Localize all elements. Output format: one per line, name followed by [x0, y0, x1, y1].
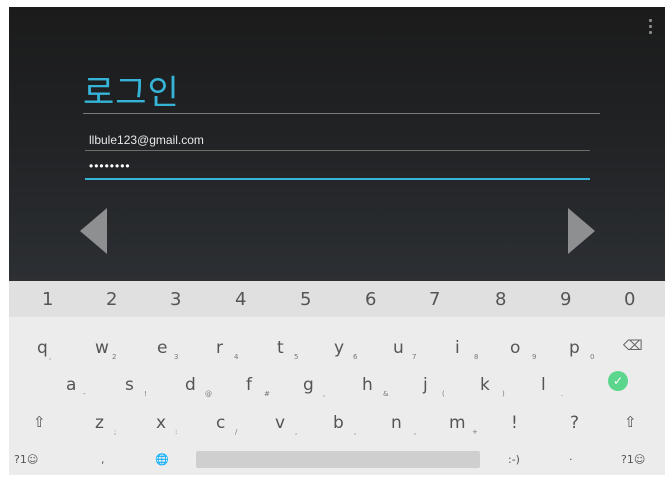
key-1[interactable]: 1 [42, 289, 53, 310]
shift-right-icon[interactable]: ⇧ [624, 413, 637, 431]
key-p[interactable]: p [569, 338, 580, 358]
enter-check-icon[interactable]: ✓ [608, 371, 628, 391]
hint-j: ( [442, 390, 445, 398]
key-exclamation[interactable]: ! [511, 413, 518, 433]
key-7[interactable]: 7 [429, 289, 440, 310]
login-panel: 로그인 llbule123@gmail.com •••••••• [9, 7, 665, 281]
hint-k: ) [502, 390, 505, 398]
page-title: 로그인 [83, 74, 180, 112]
hint-f: # [264, 390, 270, 398]
next-arrow-icon[interactable] [568, 208, 595, 254]
password-field[interactable]: •••••••• [89, 159, 131, 173]
emoticon-key[interactable]: :-) [508, 453, 520, 466]
hint-c: / [235, 428, 238, 436]
key-k[interactable]: k [480, 375, 490, 395]
password-underline [85, 178, 590, 180]
comma-key[interactable]: , [101, 453, 105, 466]
key-q[interactable]: q [37, 338, 48, 358]
key-9[interactable]: 9 [560, 289, 571, 310]
key-e[interactable]: e [157, 338, 167, 358]
key-u[interactable]: u [393, 338, 404, 358]
symbols-key-right[interactable]: ?1☺ [621, 453, 645, 466]
key-t[interactable]: t [277, 338, 284, 358]
key-r[interactable]: r [216, 338, 223, 358]
previous-arrow-icon[interactable] [80, 208, 107, 254]
hint-x: : [175, 428, 178, 436]
symbols-key-left[interactable]: ?1☺ [14, 453, 38, 466]
hint-h: & [383, 390, 389, 398]
overflow-menu-icon[interactable] [649, 19, 653, 37]
key-6[interactable]: 6 [365, 289, 376, 310]
hint-m: + [472, 428, 478, 436]
hint-g: , [323, 390, 326, 398]
hint-a: - [83, 390, 86, 398]
key-x[interactable]: x [156, 413, 166, 433]
hint-w: 2 [112, 353, 117, 361]
hint-d: @ [205, 390, 212, 398]
email-field[interactable]: llbule123@gmail.com [89, 133, 204, 147]
key-h[interactable]: h [362, 375, 373, 395]
key-2[interactable]: 2 [106, 289, 117, 310]
hint-n: , [414, 428, 417, 436]
key-w[interactable]: w [95, 338, 109, 358]
key-y[interactable]: y [334, 338, 344, 358]
key-j[interactable]: j [423, 375, 428, 395]
hint-u: 7 [412, 353, 417, 361]
shift-left-icon[interactable]: ⇧ [33, 413, 46, 431]
key-8[interactable]: 8 [495, 289, 506, 310]
soft-keyboard: 1 2 3 4 5 6 7 8 9 0 q , w 2 e 3 r 4 t 5 … [9, 281, 665, 475]
key-o[interactable]: o [510, 338, 520, 358]
key-0[interactable]: 0 [624, 289, 635, 310]
key-l[interactable]: l [541, 375, 546, 395]
hint-o: 9 [532, 353, 537, 361]
number-row: 1 2 3 4 5 6 7 8 9 0 [9, 281, 665, 317]
globe-icon[interactable]: 🌐 [155, 453, 169, 466]
key-v[interactable]: v [275, 413, 285, 433]
title-divider [83, 113, 600, 114]
space-bar[interactable] [196, 451, 480, 468]
key-d[interactable]: d [185, 375, 196, 395]
key-f[interactable]: f [246, 375, 252, 395]
key-5[interactable]: 5 [300, 289, 311, 310]
hint-b: , [354, 428, 357, 436]
key-b[interactable]: b [333, 413, 344, 433]
hint-s: ! [144, 390, 147, 398]
key-g[interactable]: g [303, 375, 314, 395]
key-3[interactable]: 3 [170, 289, 181, 310]
hint-z: ; [114, 428, 117, 436]
email-underline [85, 150, 590, 151]
hint-r: 4 [234, 353, 239, 361]
key-z[interactable]: z [95, 413, 104, 433]
hint-l: . [561, 390, 564, 398]
hint-p: 0 [590, 353, 595, 361]
key-m[interactable]: m [449, 413, 466, 433]
backspace-icon[interactable]: ⌫ [623, 338, 643, 354]
key-i[interactable]: i [455, 338, 460, 358]
hint-e: 3 [174, 353, 179, 361]
key-4[interactable]: 4 [235, 289, 246, 310]
hint-t: 5 [294, 353, 299, 361]
key-question[interactable]: ? [570, 413, 579, 433]
period-key[interactable]: · [569, 453, 573, 466]
hint-i: 8 [474, 353, 479, 361]
hint-v: , [295, 428, 298, 436]
hint-q: , [49, 353, 52, 361]
key-a[interactable]: a [66, 375, 76, 395]
hint-y: 6 [353, 353, 358, 361]
key-n[interactable]: n [391, 413, 402, 433]
screen: 로그인 llbule123@gmail.com •••••••• 1 2 3 4… [9, 7, 665, 475]
key-c[interactable]: c [216, 413, 225, 433]
key-s[interactable]: s [125, 375, 134, 395]
